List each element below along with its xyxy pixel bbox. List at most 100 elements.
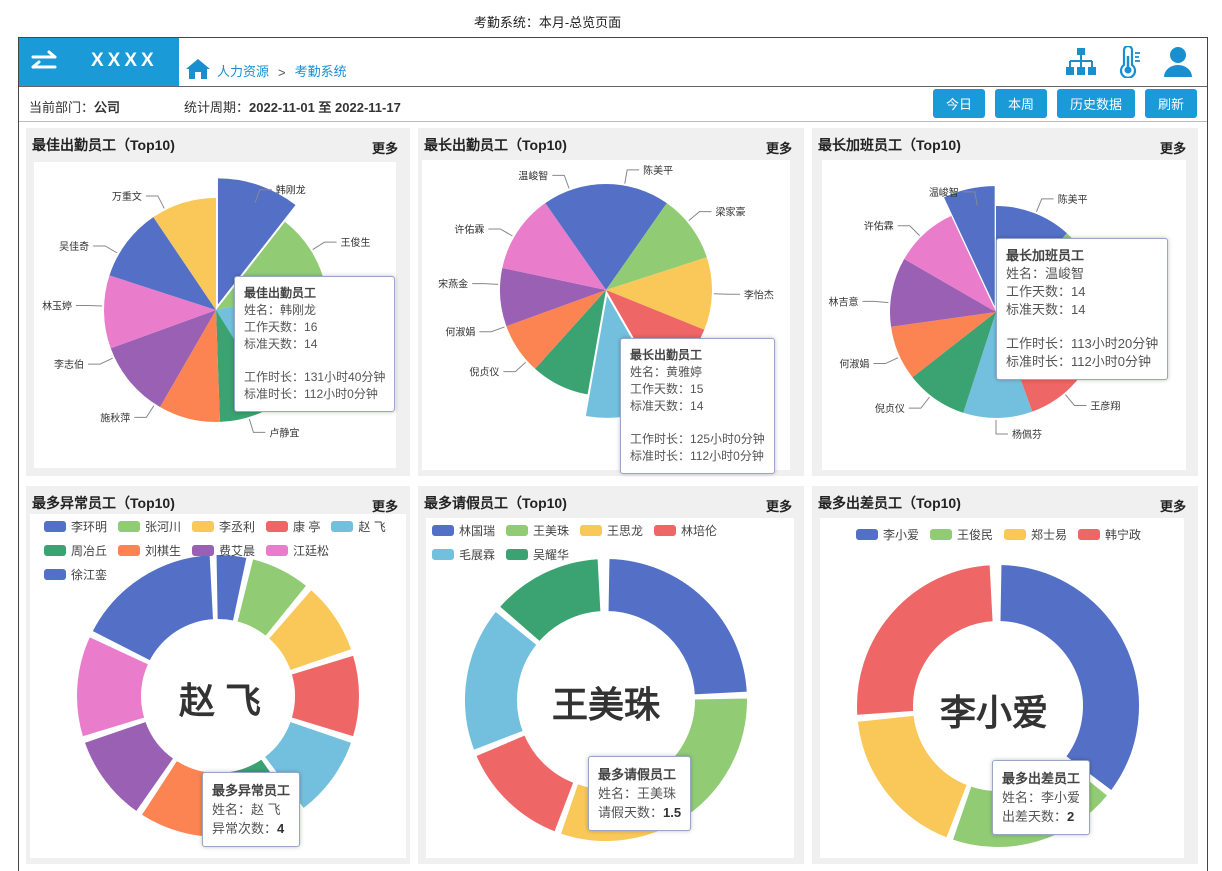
donut-segment[interactable]	[606, 557, 749, 697]
legend-item[interactable]: 张河川	[118, 514, 181, 538]
pie-label: 李怡杰	[744, 288, 774, 301]
toolbar: 当前部门：公司 统计周期：2022-11-01 至 2022-11-17 今日 …	[19, 87, 1207, 122]
org-chart-icon[interactable]	[1065, 46, 1097, 78]
panel-title: 最长加班员工（Top10)	[818, 137, 961, 153]
more-link[interactable]: 更多	[766, 496, 792, 515]
tooltip-name: 李小爱	[1041, 790, 1081, 805]
legend-label: 王美珠	[533, 523, 570, 538]
legend-item[interactable]: 吴耀华	[506, 542, 569, 566]
pie-label: 许佑霖	[864, 220, 894, 233]
panel-title: 最佳出勤员工（Top10)	[32, 137, 175, 153]
more-link[interactable]: 更多	[1160, 138, 1186, 157]
tooltip-name-label: 姓名：	[630, 365, 667, 379]
user-icon[interactable]	[1163, 46, 1193, 78]
tooltip-name: 王美珠	[637, 786, 677, 801]
breadcrumb-separator: >	[278, 65, 286, 80]
today-button[interactable]: 今日	[932, 89, 985, 118]
pie-label: 王彦翔	[1090, 399, 1120, 412]
tooltip-title: 最长出勤员工	[630, 348, 703, 362]
refresh-button[interactable]: 刷新	[1144, 89, 1197, 118]
donut-segment[interactable]	[998, 563, 1141, 793]
more-link[interactable]: 更多	[372, 138, 398, 157]
pie-label-line	[552, 174, 570, 189]
legend-item[interactable]: 费艾晨	[192, 538, 255, 562]
legend-item[interactable]: 江廷松	[266, 538, 329, 562]
breadcrumb-hr[interactable]: 人力资源	[217, 61, 269, 80]
legend-item[interactable]: 王美珠	[506, 518, 569, 542]
breadcrumb-attendance[interactable]: 考勤系统	[295, 61, 347, 80]
legend-swatch	[44, 544, 66, 556]
pie-label: 何淑娟	[445, 326, 475, 339]
tooltip-title: 最多异常员工	[212, 783, 291, 798]
pie-label: 林吉意	[828, 295, 858, 308]
tooltip-value-label: 出差天数：	[1002, 809, 1068, 824]
tooltip-hours: 113小时20分钟	[1071, 336, 1159, 351]
chart-tooltip: 最多出差员工 姓名：李小爱 出差天数：2	[992, 760, 1091, 835]
legend-item[interactable]: 刘棋生	[118, 538, 181, 562]
pie-label: 李志伯	[54, 358, 84, 371]
chart-legend: 李小爱 王俊民 郑士易 韩宁政	[856, 522, 1176, 546]
thermometer-icon[interactable]	[1117, 46, 1143, 78]
pie-label-line	[93, 245, 118, 254]
tooltip-name-label: 姓名：	[1002, 790, 1042, 805]
tooltip-name-label: 姓名：	[598, 786, 638, 801]
legend-item[interactable]: 李小爱	[856, 522, 919, 546]
more-link[interactable]: 更多	[1160, 496, 1186, 515]
swap-arrows-icon[interactable]	[29, 50, 59, 74]
legend-label: 毛展霖	[459, 547, 496, 562]
tooltip-days: 16	[304, 320, 318, 334]
more-link[interactable]: 更多	[372, 496, 398, 515]
legend-item[interactable]: 康 亭	[266, 514, 320, 538]
legend-swatch	[192, 520, 215, 532]
legend-label: 李小爱	[883, 527, 920, 542]
panel-most-abnormal: 最多异常员工（Top10) 更多 李环明 张河川 李丞利康 亭赵 飞周冶丘 刘棋生 费艾…	[26, 486, 410, 864]
donut-segment[interactable]	[474, 733, 576, 834]
pie-label-line	[134, 405, 155, 418]
tooltip-hours-label: 工作时长：	[1006, 336, 1072, 351]
legend-swatch	[266, 520, 289, 532]
legend-item[interactable]: 郑士易	[1004, 522, 1067, 546]
breadcrumb: 人力资源 > 考勤系统	[185, 58, 347, 80]
legend-item[interactable]: 王俊民	[930, 522, 993, 546]
pie-label-line	[503, 361, 527, 373]
logo-box: XXXX	[19, 38, 179, 86]
legend-label: 刘棋生	[145, 543, 182, 558]
tooltip-name-label: 姓名：	[212, 802, 252, 817]
tooltip-title: 最多出差员工	[1002, 771, 1081, 786]
legend-item[interactable]: 王思龙	[580, 518, 643, 542]
legend-item[interactable]: 韩宁政	[1078, 522, 1141, 546]
legend-item[interactable]: 赵 飞	[331, 514, 386, 538]
legend-item[interactable]: 李环明	[44, 514, 107, 538]
pie-label-line	[488, 228, 513, 237]
pie-label-line	[87, 357, 113, 365]
legend-item[interactable]: 李丞利	[192, 514, 255, 538]
legend-item[interactable]: 林国瑞	[432, 518, 495, 542]
tooltip-days: 15	[690, 382, 704, 396]
more-link[interactable]: 更多	[766, 138, 792, 157]
pie-label-line	[479, 326, 505, 333]
legend-item[interactable]: 毛展霖	[432, 542, 495, 566]
this-week-button[interactable]: 本周	[994, 89, 1047, 118]
legend-item[interactable]: 周冶丘	[44, 538, 107, 562]
history-button[interactable]: 历史数据	[1056, 89, 1135, 118]
legend-swatch	[856, 528, 878, 540]
tooltip-value-label: 请假天数：	[598, 805, 664, 820]
legend-item[interactable]: 徐江銮	[44, 562, 107, 586]
pie-label: 梁家豪	[715, 206, 745, 219]
home-icon[interactable]	[185, 58, 211, 80]
legend-item[interactable]: 林培伦	[654, 518, 717, 542]
legend-label: 江廷松	[293, 543, 330, 558]
tooltip-days: 14	[1071, 284, 1086, 299]
panel-longest-attendance: 最长出勤员工（Top10) 更多 陈美平 梁家豪 李怡杰 倪贞仪 何淑娟 宋燕金 许佑霖 温峻…	[418, 128, 804, 476]
legend-swatch	[580, 524, 603, 536]
legend-swatch	[506, 524, 529, 536]
pie-label: 许佑霖	[454, 223, 484, 236]
tooltip-title: 最多请假员工	[598, 767, 677, 782]
pie-chart-box: 韩刚龙 王俊生 卢静宜 施秋萍 李志伯 林玉婷 吴佳奇 万重文 最佳出勤员工 姓名：韩刚龙 工…	[34, 162, 396, 468]
legend-swatch	[266, 544, 289, 556]
tooltip-std-hours: 112小时0分钟	[690, 449, 764, 463]
pie-label-line	[862, 300, 889, 304]
legend-swatch	[1078, 528, 1101, 540]
pie-label: 杨佩芬	[1012, 428, 1042, 441]
legend-label: 赵 飞	[358, 519, 386, 534]
